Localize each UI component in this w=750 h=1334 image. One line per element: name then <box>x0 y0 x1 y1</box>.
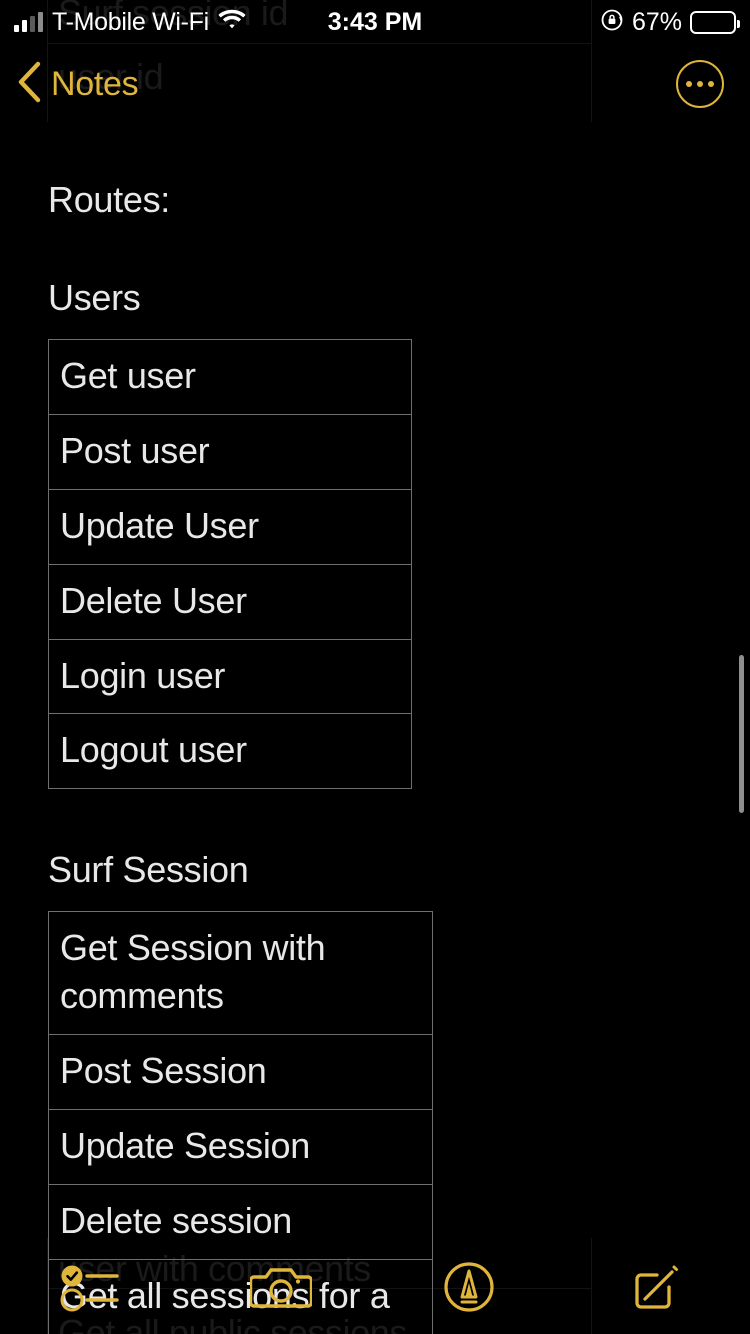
table-row: Login user <box>48 638 412 715</box>
table-cell: Post user <box>48 413 412 490</box>
note-heading-surf-session: Surf Session <box>48 849 249 891</box>
table-row: Update User <box>48 488 412 565</box>
new-note-button[interactable] <box>563 1244 750 1334</box>
note-content-area[interactable]: Routes: Users Get user Post user Update … <box>0 129 750 1334</box>
table-cell: Login user <box>48 638 412 715</box>
users-routes-table: Get user Post user Update User Delete Us… <box>48 339 412 790</box>
back-to-notes-button[interactable]: Notes <box>16 60 139 109</box>
table-row: Update Session <box>48 1108 433 1185</box>
notes-app-screen: Surf session id user id user with commen… <box>0 0 750 1334</box>
back-button-label: Notes <box>51 65 139 103</box>
table-row: Post user <box>48 413 412 490</box>
note-heading-users: Users <box>48 277 141 318</box>
camera-button[interactable] <box>188 1244 376 1334</box>
markup-pen-icon <box>443 1261 495 1318</box>
table-cell: Delete User <box>48 563 412 640</box>
more-dot <box>697 81 703 87</box>
table-row: Logout user <box>48 713 412 790</box>
checklist-icon <box>59 1261 129 1318</box>
more-dot <box>686 81 692 87</box>
rotation-lock-icon <box>600 8 624 37</box>
table-cell: Update User <box>48 488 412 565</box>
table-cell: Post Session <box>48 1034 433 1110</box>
markup-button[interactable] <box>375 1244 563 1334</box>
table-row: Post Session <box>48 1034 433 1110</box>
table-cell: Get user <box>48 339 412 415</box>
more-options-button[interactable] <box>676 60 724 108</box>
battery-percent-label: 67% <box>631 7 682 36</box>
table-row: Get Session with comments <box>48 911 433 1035</box>
battery-icon <box>690 10 740 34</box>
compose-icon <box>630 1261 682 1318</box>
chevron-left-icon <box>16 60 42 109</box>
camera-icon <box>249 1262 314 1317</box>
table-row: Get user <box>48 339 412 415</box>
navigation-bar: Notes <box>0 44 750 129</box>
bottom-toolbar <box>0 1244 750 1334</box>
table-cell: Get Session with comments <box>48 911 433 1035</box>
note-heading-routes: Routes: <box>48 179 170 220</box>
status-bar: T-Mobile Wi-Fi 3:43 PM 67% <box>0 0 750 44</box>
table-row: Delete User <box>48 563 412 640</box>
checklist-button[interactable] <box>0 1244 188 1334</box>
table-cell: Update Session <box>48 1108 433 1185</box>
status-bar-right: 67% <box>600 7 740 37</box>
table-cell: Logout user <box>48 713 412 790</box>
more-dot <box>708 81 714 87</box>
vertical-scroll-indicator[interactable] <box>739 655 744 813</box>
